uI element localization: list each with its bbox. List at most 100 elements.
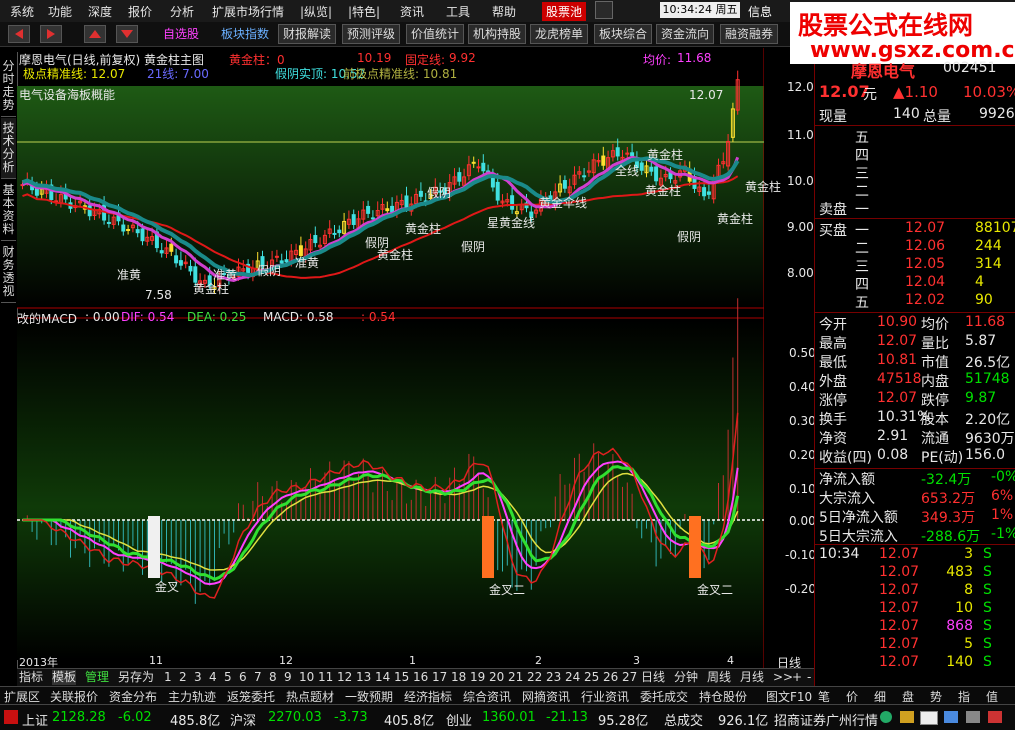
- network-icon[interactable]: [944, 711, 958, 723]
- menu-item-system[interactable]: 系统: [10, 3, 34, 20]
- func-tab[interactable]: 图文F10: [766, 688, 812, 705]
- indicator-tab[interactable]: 管理: [85, 670, 109, 685]
- menu-item-depth[interactable]: 深度: [88, 3, 112, 20]
- toolbar-institution-holding[interactable]: 机构持股: [468, 24, 527, 44]
- lock-icon[interactable]: [900, 711, 914, 723]
- indicator-tab[interactable]: 分钟: [674, 670, 698, 685]
- up-arrow-icon[interactable]: [84, 25, 106, 43]
- indicator-tab[interactable]: 15: [394, 670, 409, 685]
- func-tab[interactable]: 一致预期: [345, 688, 393, 705]
- func-tab[interactable]: 委托成交: [640, 688, 688, 705]
- func-right-tab[interactable]: 指: [958, 688, 970, 705]
- toolbar-value-stats[interactable]: 价值统计: [406, 24, 465, 44]
- toolbar-watchlist[interactable]: 自选股: [158, 24, 204, 44]
- indicator-tab[interactable]: 2: [179, 670, 187, 685]
- toolbar-capital-flow[interactable]: 资金流向: [656, 24, 715, 44]
- indicator-tab[interactable]: +: [792, 670, 802, 685]
- func-tab[interactable]: 关联报价: [50, 688, 98, 705]
- toolbar-dragon-tiger[interactable]: 龙虎榜单: [530, 24, 589, 44]
- indicator-tab[interactable]: 3: [194, 670, 202, 685]
- indicator-tab[interactable]: 22: [527, 670, 542, 685]
- tab-technical[interactable]: 技术分析: [1, 118, 16, 179]
- func-tab[interactable]: 资金分布: [109, 688, 157, 705]
- chart-area[interactable]: 摩恩电气(日线,前复权) 黄金柱主图 黄金柱：0 10.19 固定线: 9.92…: [17, 48, 821, 670]
- indicator-tab[interactable]: 4: [209, 670, 217, 685]
- indicator-tab[interactable]: 14: [375, 670, 390, 685]
- menu-item-help[interactable]: 帮助: [492, 3, 516, 20]
- toolbar-sector-index[interactable]: 板块指数: [216, 24, 274, 44]
- func-right-tab[interactable]: 盘: [902, 688, 914, 705]
- indicator-tab[interactable]: 24: [565, 670, 580, 685]
- menu-item-tools[interactable]: 工具: [446, 3, 470, 20]
- func-tab[interactable]: 热点题材: [286, 688, 334, 705]
- total-volume-label: 总量: [923, 109, 951, 125]
- indicator-tab[interactable]: 23: [546, 670, 561, 685]
- func-tab[interactable]: 综合资讯: [463, 688, 511, 705]
- tab-financial[interactable]: 财务透视: [1, 242, 16, 303]
- mail-icon[interactable]: [920, 711, 938, 725]
- indicator-tab[interactable]: 19: [470, 670, 485, 685]
- alert-icon[interactable]: [988, 711, 1002, 723]
- back-arrow-icon[interactable]: [8, 25, 30, 43]
- indicator-tab[interactable]: 指标: [19, 670, 43, 685]
- settings-icon[interactable]: [966, 711, 980, 723]
- indicator-tab[interactable]: 1: [164, 670, 172, 685]
- func-tab[interactable]: 经济指标: [404, 688, 452, 705]
- func-tab[interactable]: 扩展区: [4, 688, 40, 705]
- down-arrow-icon[interactable]: [116, 25, 138, 43]
- indicator-tab[interactable]: 21: [508, 670, 523, 685]
- indicator-tab[interactable]: 11: [318, 670, 333, 685]
- toolbar-financial-report[interactable]: 财报解读: [278, 24, 337, 44]
- toolbar-margin-trading[interactable]: 融资融券: [720, 24, 779, 44]
- indicator-tab[interactable]: 日线: [641, 670, 665, 685]
- stock-pool-button[interactable]: 股票池: [542, 2, 587, 21]
- forward-arrow-icon[interactable]: [40, 25, 62, 43]
- indicator-tab[interactable]: 26: [603, 670, 618, 685]
- indicator-tab[interactable]: 另存为: [118, 670, 154, 685]
- indicator-tab[interactable]: 13: [356, 670, 371, 685]
- indicator-tab[interactable]: >>: [773, 670, 793, 685]
- connection-icon[interactable]: [880, 711, 892, 723]
- indicator-tab[interactable]: 6: [239, 670, 247, 685]
- indicator-tab[interactable]: 10: [299, 670, 314, 685]
- indicator-tab[interactable]: 20: [489, 670, 504, 685]
- indicator-tab[interactable]: 8: [269, 670, 277, 685]
- func-right-tab[interactable]: 价: [846, 688, 858, 705]
- menu-item-function[interactable]: 功能: [48, 3, 72, 20]
- func-right-tab[interactable]: 值: [986, 688, 998, 705]
- indicator-tab[interactable]: -: [807, 670, 811, 685]
- indicator-tab[interactable]: 18: [451, 670, 466, 685]
- tab-intraday[interactable]: 分时走势: [1, 56, 16, 117]
- indicator-tab[interactable]: 16: [413, 670, 428, 685]
- menu-item-quote[interactable]: 报价: [128, 3, 152, 20]
- indicator-tab[interactable]: 模板: [52, 670, 77, 685]
- indicator-tab[interactable]: 9: [284, 670, 292, 685]
- func-right-tab[interactable]: 势: [930, 688, 942, 705]
- indicator-tab[interactable]: 17: [432, 670, 447, 685]
- func-right-tab[interactable]: 细: [874, 688, 886, 705]
- indicator-tab[interactable]: 周线: [707, 670, 731, 685]
- info-button[interactable]: 信息: [748, 3, 772, 20]
- indicator-tab[interactable]: 月线: [740, 670, 764, 685]
- menu-item-feature[interactable]: |特色|: [348, 3, 380, 20]
- func-tab[interactable]: 返笼委托: [227, 688, 275, 705]
- menu-item-extended-market[interactable]: 扩展市场行情: [212, 3, 284, 20]
- indicator-tab[interactable]: 5: [224, 670, 232, 685]
- menu-item-news[interactable]: 资讯: [400, 3, 424, 20]
- func-tab[interactable]: 行业资讯: [581, 688, 629, 705]
- func-right-tab[interactable]: 笔: [818, 688, 830, 705]
- func-tab[interactable]: 持仓股份: [699, 688, 747, 705]
- toolbar-forecast-rating[interactable]: 预测评级: [342, 24, 401, 44]
- func-tab[interactable]: 网摘资讯: [522, 688, 570, 705]
- stock-pool-dropdown-icon[interactable]: [595, 1, 613, 19]
- indicator-tab[interactable]: 12: [337, 670, 352, 685]
- tab-profile[interactable]: 基本资料: [1, 180, 16, 241]
- menu-item-analysis[interactable]: 分析: [170, 3, 194, 20]
- toolbar-sector-composite[interactable]: 板块综合: [594, 24, 653, 44]
- indicator-tab[interactable]: 7: [254, 670, 262, 685]
- menu-item-overview[interactable]: |纵览|: [300, 3, 332, 20]
- stat-value: 5.87: [965, 333, 997, 349]
- indicator-tab[interactable]: 27: [622, 670, 637, 685]
- func-tab[interactable]: 主力轨迹: [168, 688, 216, 705]
- indicator-tab[interactable]: 25: [584, 670, 599, 685]
